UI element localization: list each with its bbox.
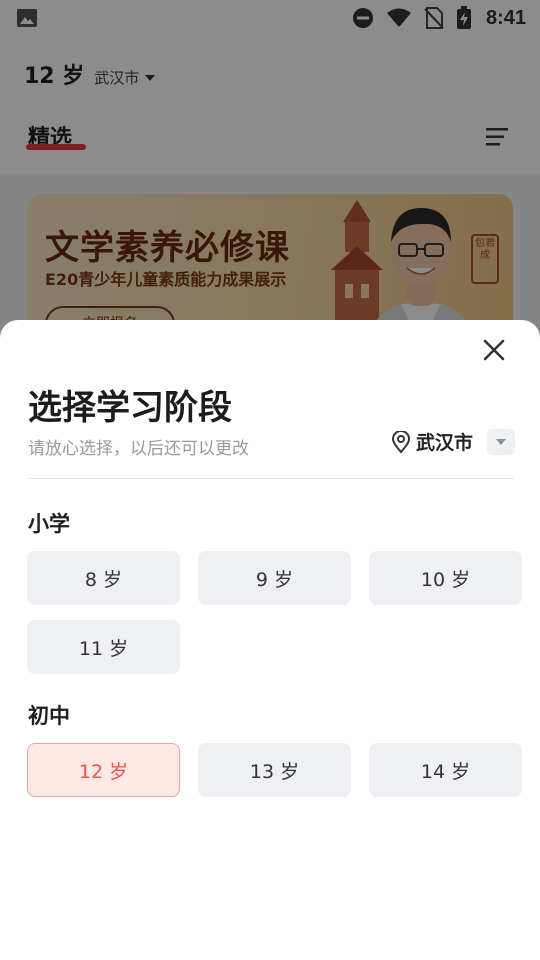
- section-label-middle: 初中: [28, 704, 70, 728]
- age-option-10[interactable]: 10 岁: [369, 551, 522, 605]
- age-option-12[interactable]: 12 岁: [27, 743, 180, 797]
- stage-select-sheet: 选择学习阶段 请放心选择，以后还可以更改 武汉市 小学 8 岁 9 岁 10 岁…: [0, 320, 540, 960]
- age-option-9[interactable]: 9 岁: [198, 551, 351, 605]
- city-dropdown-button[interactable]: [487, 428, 516, 455]
- section-label-primary: 小学: [28, 512, 70, 536]
- city-selector[interactable]: 武汉市: [392, 428, 516, 455]
- city-selector-label: 武汉市: [416, 432, 474, 454]
- age-option-11[interactable]: 11 岁: [27, 620, 180, 674]
- chevron-down-icon: [496, 438, 507, 445]
- sheet-title: 选择学习阶段: [28, 388, 232, 428]
- location-pin-icon: [392, 430, 410, 453]
- age-option-8[interactable]: 8 岁: [27, 551, 180, 605]
- sheet-subtitle: 请放心选择，以后还可以更改: [28, 439, 249, 459]
- divider: [28, 478, 514, 479]
- age-option-13[interactable]: 13 岁: [198, 743, 351, 797]
- age-option-14[interactable]: 14 岁: [369, 743, 522, 797]
- close-icon[interactable]: [478, 334, 510, 366]
